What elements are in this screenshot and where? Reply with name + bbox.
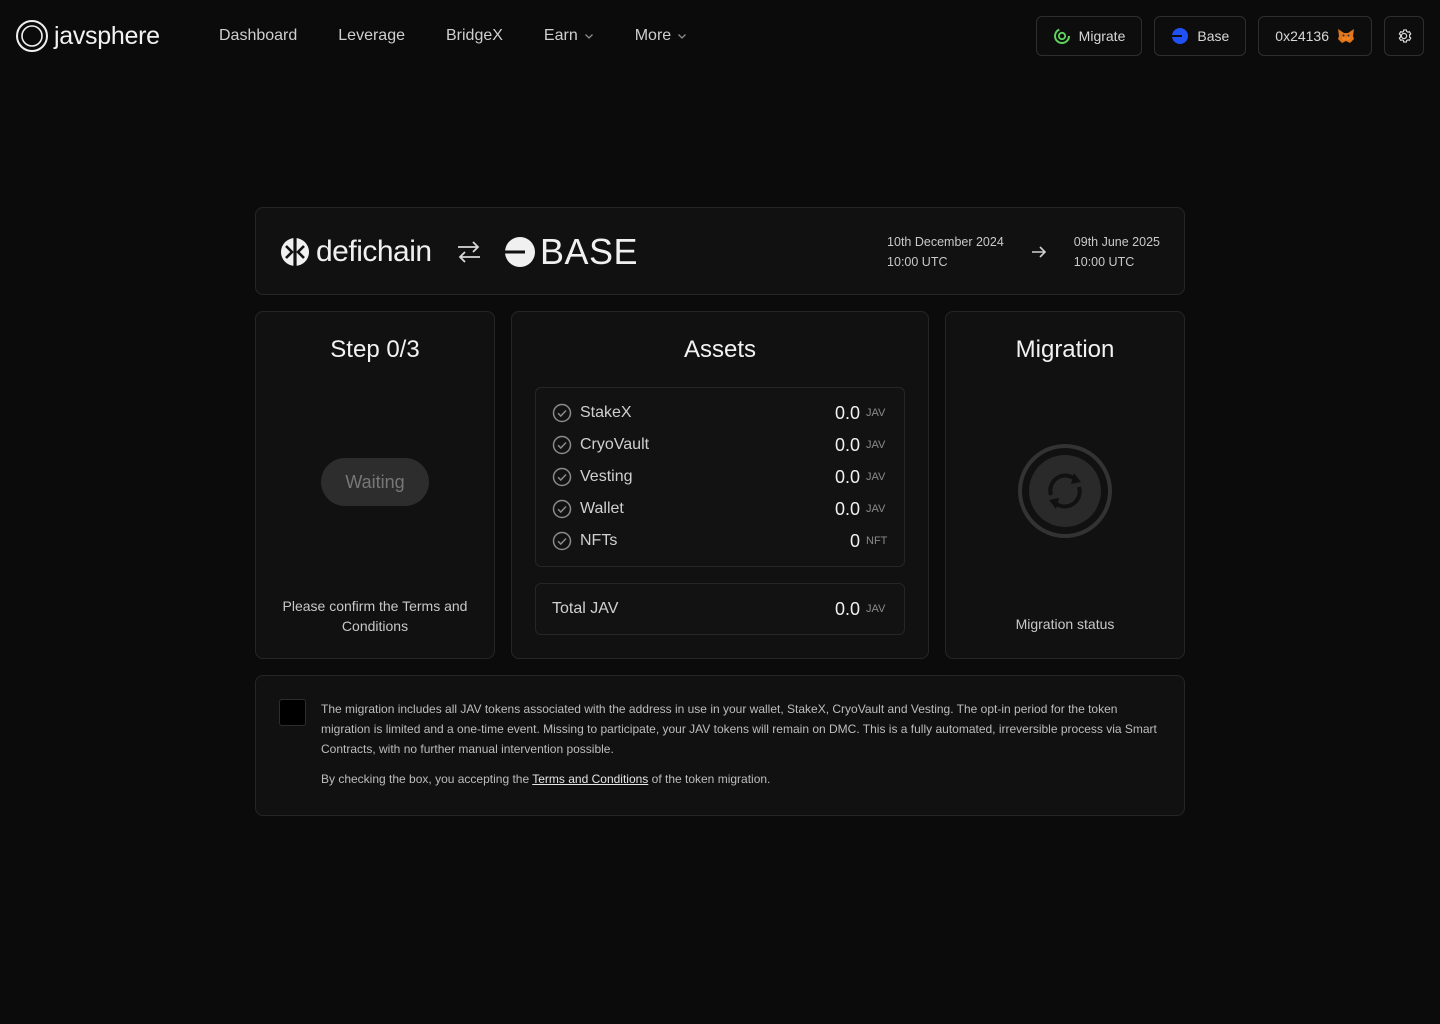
chevron-down-icon [678,34,687,39]
asset-unit: JAV [866,503,886,515]
check-circle-icon [552,499,572,519]
total-unit: JAV [866,603,886,615]
terms-checkbox[interactable] [279,699,306,726]
migrate-button-label: Migrate [1078,28,1126,44]
start-time-text: 10:00 UTC [887,255,948,269]
end-time-text: 10:00 UTC [1073,255,1135,269]
terms-and-conditions-link[interactable]: Terms and Conditions [532,772,648,786]
total-label: Total JAV [552,600,619,617]
asset-value: 0.0 [834,498,860,519]
check-circle-icon [552,435,572,455]
settings-button[interactable] [1384,16,1424,56]
wallet-address: 0x24136 [1275,28,1329,44]
nav-earn-label: Earn [543,27,578,44]
metamask-fox-icon [1338,29,1354,43]
assets-panel: Assets StakeX 0.0 JAV CryoVault 0.0 JAV [511,311,929,659]
nav-earn-dropdown[interactable]: Earn [544,27,594,45]
nav-leverage[interactable]: Leverage [338,27,405,45]
waiting-button[interactable]: Waiting [321,458,429,506]
terms-panel: The migration includes all JAV tokens as… [255,675,1185,816]
asset-unit: JAV [866,407,886,419]
migration-status-label: Migration status [1015,616,1115,632]
main-nav: Dashboard Leverage BridgeX Earn More [219,0,728,72]
asset-unit: JAV [866,439,886,451]
asset-row-vesting: Vesting 0.0 JAV [552,461,888,493]
nav-dashboard[interactable]: Dashboard [219,27,297,45]
check-circle-icon [552,531,572,551]
migration-title: Migration [1015,336,1115,363]
check-circle-icon [552,403,572,423]
step-panel: Step 0/3 Waiting Please confirm the Term… [255,311,495,659]
migration-period: 10th December 2024 10:00 UTC 09th June 2… [887,208,1160,296]
header-actions: Migrate Base 0x24136 [1035,16,1424,56]
nav-bridgex[interactable]: BridgeX [446,27,503,45]
top-navbar: javsphere Dashboard Leverage BridgeX Ear… [0,0,1440,72]
asset-row-nfts: NFTs 0 NFT [552,525,888,557]
asset-value: 0.0 [834,466,860,487]
assets-title: Assets [683,336,757,363]
terms-accept-text: By checking the box, you accepting the T… [321,772,770,786]
defichain-icon [281,238,309,266]
nav-more-label: More [634,27,672,44]
asset-row-stakex: StakeX 0.0 JAV [552,397,888,429]
migrate-icon [1053,28,1070,44]
asset-list: StakeX 0.0 JAV CryoVault 0.0 JAV Vesting… [535,387,905,567]
asset-value: 0.0 [834,402,860,423]
nav-leverage-label: Leverage [338,27,405,44]
asset-value: 0 [849,530,860,551]
end-date-text: 09th June 2025 [1073,235,1160,249]
asset-name: Vesting [580,468,633,485]
asset-name: CryoVault [580,436,650,453]
nav-bridgex-label: BridgeX [446,27,503,44]
swap-arrows-icon [458,241,480,263]
arrow-right-icon [1031,246,1046,258]
swap-arrows [456,208,482,296]
from-chain-name: defichain [316,235,432,268]
asset-unit: NFT [866,535,888,547]
terms-accept-suffix: of the token migration. [648,772,771,786]
asset-name: StakeX [580,404,632,421]
step-title: Step 0/3 [330,336,420,363]
sync-icon [1018,444,1112,538]
check-circle-icon [552,467,572,487]
nav-dashboard-label: Dashboard [219,27,298,44]
gear-icon [1398,29,1412,43]
asset-name: Wallet [580,500,624,517]
start-date: 10th December 2024 10:00 UTC [887,232,1004,272]
javsphere-logo-icon [16,20,48,52]
network-selector-button[interactable]: Base [1154,16,1247,56]
base-logo-icon [505,237,535,267]
total-value: 0.0 [834,598,860,619]
javsphere-logo[interactable]: javsphere [16,19,160,53]
step-note: Please confirm the Terms and Conditions [282,598,468,634]
base-logo: BASE [504,208,638,296]
logo-text: javsphere [54,21,160,50]
migration-panel: Migration Migration status [945,311,1185,659]
base-icon [1172,28,1189,44]
to-chain-name: BASE [540,231,639,272]
migration-banner: defichain BASE 10th December 2024 10:00 … [255,207,1185,295]
chevron-down-icon [584,34,593,39]
network-label: Base [1197,28,1230,44]
nav-more-dropdown[interactable]: More [635,27,687,45]
terms-body: The migration includes all JAV tokens as… [321,702,1157,756]
total-row: Total JAV 0.0 JAV [535,583,905,635]
asset-row-cryovault: CryoVault 0.0 JAV [552,429,888,461]
asset-name: NFTs [580,532,618,549]
defichain-logo: defichain [280,208,432,296]
asset-row-wallet: Wallet 0.0 JAV [552,493,888,525]
start-date-text: 10th December 2024 [887,235,1004,249]
migrate-button[interactable]: Migrate [1035,16,1143,56]
wallet-address-button[interactable]: 0x24136 [1258,16,1372,56]
asset-value: 0.0 [834,434,860,455]
end-date: 09th June 2025 10:00 UTC [1074,232,1160,272]
terms-accept-prefix: By checking the box, you accepting the [321,772,533,786]
asset-unit: JAV [866,471,886,483]
